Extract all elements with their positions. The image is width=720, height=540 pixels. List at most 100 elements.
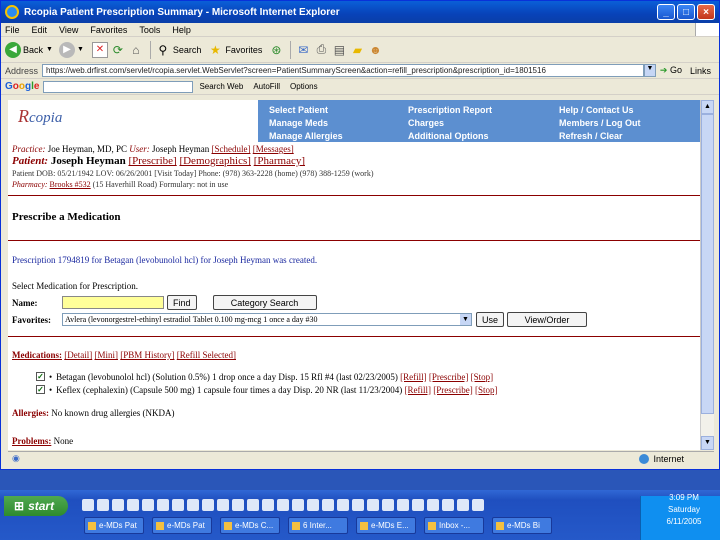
menu-help[interactable]: Help (172, 25, 191, 35)
edit-icon[interactable]: ▤ (331, 42, 347, 58)
search-button[interactable]: ⚲ Search (155, 42, 201, 58)
maximize-button[interactable]: □ (677, 4, 695, 20)
prescribe-med-link[interactable]: [Prescribe] (433, 385, 472, 395)
messages-link[interactable]: [Messages] (253, 144, 294, 154)
scroll-thumb[interactable] (701, 114, 714, 414)
google-options-button[interactable]: Options (290, 82, 318, 91)
taskbar-button[interactable]: Inbox -... (424, 517, 484, 534)
quick-launch-icon[interactable] (127, 499, 139, 511)
home-icon[interactable]: ⌂ (128, 42, 144, 58)
mail-icon[interactable]: ✉ (295, 42, 311, 58)
quick-launch-icon[interactable] (367, 499, 379, 511)
forward-button[interactable]: ▶ (58, 41, 75, 58)
quick-launch-icon[interactable] (277, 499, 289, 511)
refresh-icon[interactable]: ⟳ (110, 42, 126, 58)
nav-members-logout[interactable]: Members / Log Out (559, 117, 641, 130)
quick-launch-icon[interactable] (397, 499, 409, 511)
google-search-web-button[interactable]: Search Web (199, 82, 243, 91)
google-search-input[interactable] (43, 80, 194, 93)
address-dropdown-icon[interactable]: ▼ (643, 64, 656, 77)
quick-launch-icon[interactable] (427, 499, 439, 511)
use-button[interactable]: Use (476, 312, 505, 327)
schedule-link[interactable]: [Schedule] (211, 144, 250, 154)
folder-icon[interactable]: ▰ (349, 42, 365, 58)
quick-launch-icon[interactable] (232, 499, 244, 511)
pbm-history-link[interactable]: [PBM History] (120, 350, 174, 360)
google-autofill-button[interactable]: AutoFill (253, 82, 280, 91)
quick-launch-icon[interactable] (457, 499, 469, 511)
quick-launch-icon[interactable] (472, 499, 484, 511)
quick-launch-icon[interactable] (262, 499, 274, 511)
quick-launch-icon[interactable] (217, 499, 229, 511)
close-button[interactable]: × (697, 4, 715, 20)
scroll-up-icon[interactable]: ▲ (701, 100, 714, 114)
taskbar-button[interactable]: e-MDs C... (220, 517, 280, 534)
taskbar-button[interactable]: e-MDs Pat (84, 517, 144, 534)
quick-launch-icon[interactable] (202, 499, 214, 511)
refill-link[interactable]: [Refill] (400, 372, 427, 382)
problems-label[interactable]: Problems: (12, 436, 51, 446)
menu-view[interactable]: View (59, 25, 78, 35)
detail-link[interactable]: [Detail] (64, 350, 92, 360)
minimize-button[interactable]: _ (657, 4, 675, 20)
medication-name-input[interactable] (62, 296, 164, 309)
quick-launch-icon[interactable] (442, 499, 454, 511)
forward-dropdown-icon[interactable]: ▼ (77, 46, 84, 53)
quick-launch-icon[interactable] (307, 499, 319, 511)
quick-launch-icon[interactable] (187, 499, 199, 511)
nav-manage-meds[interactable]: Manage Meds (269, 117, 343, 130)
refill-link[interactable]: [Refill] (405, 385, 432, 395)
taskbar-button[interactable]: e-MDs Pat (152, 517, 212, 534)
menu-edit[interactable]: Edit (32, 25, 48, 35)
quick-launch-icon[interactable] (172, 499, 184, 511)
go-button[interactable]: ➔ Go (660, 65, 682, 76)
scroll-down-icon[interactable]: ▼ (701, 436, 714, 450)
vertical-scrollbar[interactable]: ▲ ▼ (700, 100, 714, 450)
quick-launch-icon[interactable] (292, 499, 304, 511)
find-button[interactable]: Find (167, 295, 197, 310)
stop-link[interactable]: [Stop] (475, 385, 498, 395)
start-button[interactable]: ⊞ start (4, 496, 68, 516)
mini-link[interactable]: [Mini] (94, 350, 118, 360)
taskbar-button[interactable]: e-MDs Bi (492, 517, 552, 534)
stop-icon[interactable]: ✕ (91, 41, 108, 58)
menu-tools[interactable]: Tools (139, 25, 160, 35)
nav-charges[interactable]: Charges (408, 117, 492, 130)
quick-launch-icon[interactable] (82, 499, 94, 511)
prescribe-link[interactable]: [Prescribe] (128, 155, 176, 167)
address-input[interactable]: https://web.drfirst.com/servlet/rcopia.s… (42, 64, 644, 77)
pharmacy-link[interactable]: [Pharmacy] (254, 155, 305, 167)
back-dropdown-icon[interactable]: ▼ (46, 46, 53, 53)
links-button[interactable]: Links (690, 66, 711, 76)
pharmacy-name-link[interactable]: Brooks #532 (50, 180, 91, 189)
nav-prescription-report[interactable]: Prescription Report (408, 104, 492, 117)
taskbar-button[interactable]: 6 Inter... (288, 517, 348, 534)
clock[interactable]: 3:09 PM Saturday 6/11/2005 (650, 492, 718, 528)
favorites-select[interactable]: Avlera (levonorgestrel-ethinyl estradiol… (62, 313, 472, 326)
medication-checkbox[interactable]: ✓ (36, 385, 45, 394)
quick-launch-icon[interactable] (157, 499, 169, 511)
messenger-icon[interactable]: ☻ (367, 42, 383, 58)
quick-launch-icon[interactable] (247, 499, 259, 511)
quick-launch-icon[interactable] (337, 499, 349, 511)
medication-checkbox[interactable]: ✓ (36, 372, 45, 381)
demographics-link[interactable]: [Demographics] (179, 155, 250, 167)
nav-help-contact[interactable]: Help / Contact Us (559, 104, 641, 117)
back-button[interactable]: ◀ Back ▼ (5, 41, 53, 58)
quick-launch-icon[interactable] (112, 499, 124, 511)
favorites-button[interactable]: ★ Favorites (207, 42, 262, 58)
quick-launch-icon[interactable] (97, 499, 109, 511)
nav-select-patient[interactable]: Select Patient (269, 104, 343, 117)
menu-favorites[interactable]: Favorites (90, 25, 127, 35)
menu-file[interactable]: File (5, 25, 20, 35)
category-search-button[interactable]: Category Search (212, 295, 317, 310)
taskbar-button[interactable]: e-MDs E... (356, 517, 416, 534)
quick-launch-icon[interactable] (322, 499, 334, 511)
quick-launch-icon[interactable] (142, 499, 154, 511)
nav-additional-options[interactable]: Additional Options (408, 130, 492, 143)
print-icon[interactable]: ⎙ (313, 42, 329, 58)
nav-manage-allergies[interactable]: Manage Allergies (269, 130, 343, 143)
view-order-button[interactable]: View/Order (507, 312, 588, 327)
prescribe-med-link[interactable]: [Prescribe] (429, 372, 468, 382)
stop-link[interactable]: [Stop] (471, 372, 494, 382)
